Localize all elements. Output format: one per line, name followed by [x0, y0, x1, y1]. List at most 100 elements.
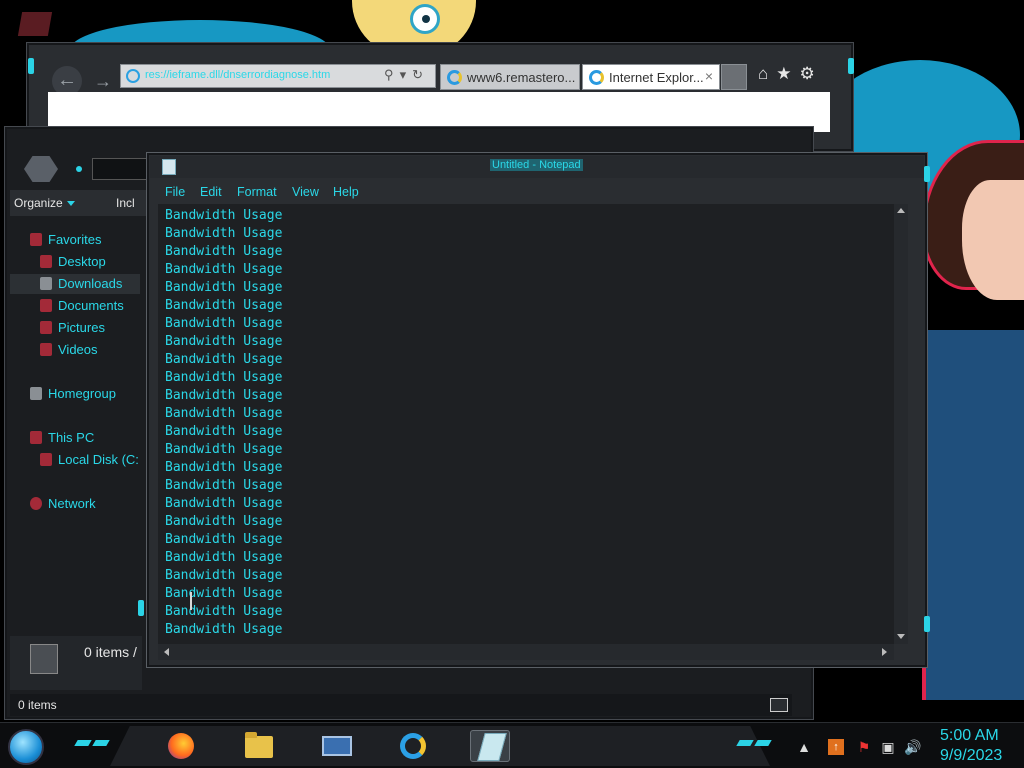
- menu-format[interactable]: Format: [237, 185, 277, 199]
- organize-button[interactable]: Organize: [14, 196, 75, 210]
- nav-this-pc[interactable]: This PC: [20, 428, 140, 448]
- status-bar: 0 items: [10, 694, 792, 716]
- window-title: Untitled - Notepad: [490, 159, 583, 171]
- include-in-library-button[interactable]: Incl: [116, 196, 135, 210]
- nav-homegroup[interactable]: Homegroup: [20, 384, 140, 404]
- text-editor-area[interactable]: Bandwidth Usage Bandwidth Usage Bandwidth …: [158, 204, 894, 644]
- text-line: Bandwidth Usage: [165, 550, 283, 565]
- frame-accent: [924, 166, 930, 182]
- text-line: Bandwidth Usage: [165, 352, 283, 367]
- address-bar[interactable]: res://ieframe.dll/dnserrordiagnose.htm ⚲…: [120, 64, 436, 88]
- text-line: Bandwidth Usage: [165, 586, 283, 601]
- favorites-star-icon[interactable]: ★: [776, 64, 799, 83]
- frame-accent: [848, 58, 854, 74]
- taskbar-firefox[interactable]: [160, 730, 200, 762]
- volume-icon[interactable]: 🔊: [904, 739, 921, 755]
- search-refresh-icons[interactable]: ⚲▾↻: [384, 67, 429, 83]
- ie-tab-icon: [447, 70, 462, 85]
- network-tray-icon[interactable]: ▣: [880, 739, 896, 755]
- desktop: ← → res://ieframe.dll/dnserrordiagnose.h…: [0, 0, 1024, 768]
- text-line: Bandwidth Usage: [165, 568, 283, 583]
- nav-local-disk[interactable]: Local Disk (C:: [20, 450, 142, 470]
- scroll-right-arrow-icon[interactable]: [882, 648, 887, 656]
- new-tab-button[interactable]: [721, 64, 747, 90]
- videos-icon: [40, 343, 52, 356]
- close-tab-icon[interactable]: ×: [705, 68, 713, 84]
- ie-tab-icon: [589, 70, 604, 85]
- view-mode-button[interactable]: [770, 698, 788, 712]
- status-item-count: 0 items: [18, 698, 57, 712]
- notepad-icon: [477, 733, 507, 761]
- nav-desktop[interactable]: Desktop: [20, 252, 140, 272]
- home-icon[interactable]: ⌂: [758, 64, 776, 83]
- explorer-nav-dot: [76, 166, 82, 172]
- text-line: Bandwidth Usage: [165, 496, 283, 511]
- nav-documents[interactable]: Documents: [20, 296, 140, 316]
- this-pc-icon: [30, 431, 42, 444]
- notepad-app-icon: [162, 159, 176, 175]
- text-line: Bandwidth Usage: [165, 334, 283, 349]
- tab-label: www6.remastero...: [467, 70, 576, 85]
- taskbar-internet-explorer[interactable]: [392, 730, 432, 762]
- tray-app-icon[interactable]: ↑: [828, 739, 844, 755]
- start-button[interactable]: [8, 729, 44, 765]
- taskbar-notepad[interactable]: [470, 730, 510, 762]
- vertical-scrollbar[interactable]: [894, 204, 908, 644]
- menu-file[interactable]: File: [165, 185, 185, 199]
- scroll-left-arrow-icon[interactable]: [164, 648, 169, 656]
- frame-accent: [28, 58, 34, 74]
- dropdown-arrow-icon: [66, 201, 75, 207]
- desktop-icon: [40, 255, 52, 268]
- local-disk-icon: [40, 453, 52, 466]
- network-icon: [30, 497, 42, 510]
- text-line: Bandwidth Usage: [165, 316, 283, 331]
- menu-edit[interactable]: Edit: [200, 185, 222, 199]
- scroll-up-arrow-icon[interactable]: [897, 208, 905, 213]
- menu-view[interactable]: View: [292, 185, 319, 199]
- clock-time[interactable]: 5:00 AM: [940, 727, 999, 745]
- forward-button[interactable]: →: [90, 68, 116, 94]
- text-line: Bandwidth Usage: [165, 280, 283, 295]
- text-line: Bandwidth Usage: [165, 244, 283, 259]
- action-center-flag-icon[interactable]: ⚑: [856, 739, 872, 755]
- file-explorer-icon: [245, 732, 273, 758]
- nav-pictures[interactable]: Pictures: [20, 318, 140, 338]
- nav-network[interactable]: Network: [20, 494, 140, 514]
- horizontal-scrollbar[interactable]: [158, 644, 894, 660]
- text-line: Bandwidth Usage: [165, 622, 283, 637]
- pictures-icon: [40, 321, 52, 334]
- documents-icon: [40, 299, 52, 312]
- browser-tab-active[interactable]: Internet Explor... ×: [582, 64, 720, 90]
- text-line: Bandwidth Usage: [165, 424, 283, 439]
- frame-accent: [924, 616, 930, 632]
- text-line: Bandwidth Usage: [165, 370, 283, 385]
- clock-date[interactable]: 9/9/2023: [940, 747, 1002, 765]
- text-line: Bandwidth Usage: [165, 604, 283, 619]
- taskbar-media-center[interactable]: [316, 730, 356, 762]
- details-item-count: 0 items /: [84, 644, 137, 660]
- nav-favorites[interactable]: Favorites: [20, 230, 140, 250]
- favorites-icon: [30, 233, 42, 246]
- menu-help[interactable]: Help: [333, 185, 359, 199]
- text-line: Bandwidth Usage: [165, 442, 283, 457]
- show-hidden-icons[interactable]: ▲: [796, 739, 812, 755]
- nav-videos[interactable]: Videos: [20, 340, 140, 360]
- settings-gear-icon[interactable]: ⚙: [800, 64, 823, 83]
- browser-tab[interactable]: www6.remastero...: [440, 64, 580, 90]
- taskbar-ribbon: [110, 726, 770, 766]
- nav-downloads[interactable]: Downloads: [10, 274, 140, 294]
- organize-label: Organize: [14, 196, 63, 210]
- tab-label: Internet Explor...: [609, 70, 704, 85]
- explorer-address-bar[interactable]: [92, 158, 152, 180]
- wallpaper-character: [922, 140, 1024, 700]
- scroll-down-arrow-icon[interactable]: [897, 634, 905, 639]
- homegroup-icon: [30, 387, 42, 400]
- text-line: Bandwidth Usage: [165, 460, 283, 475]
- address-url: res://ieframe.dll/dnserrordiagnose.htm: [145, 69, 331, 81]
- text-line: Bandwidth Usage: [165, 532, 283, 547]
- text-line: Bandwidth Usage: [165, 388, 283, 403]
- page-icon: [126, 69, 140, 83]
- text-line: Bandwidth Usage: [165, 514, 283, 529]
- taskbar-file-explorer[interactable]: [238, 730, 278, 762]
- text-line: Bandwidth Usage: [165, 262, 283, 277]
